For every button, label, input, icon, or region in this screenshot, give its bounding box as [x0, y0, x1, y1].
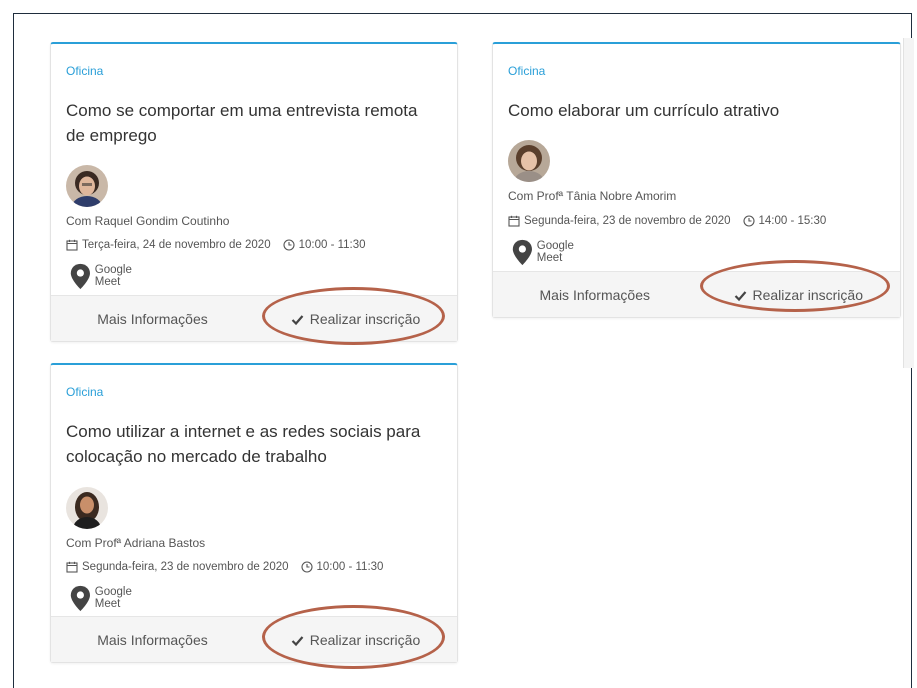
more-info-button[interactable]: Mais Informações [493, 272, 697, 318]
event-category: Oficina [66, 64, 104, 78]
enroll-button[interactable]: Realizar inscrição [254, 617, 457, 663]
event-category: Oficina [508, 64, 546, 78]
event-date: Terça-feira, 24 de novembro de 2020 [82, 239, 271, 251]
more-info-button[interactable]: Mais Informações [51, 617, 254, 663]
clock-icon [283, 239, 295, 251]
event-time: 10:00 - 11:30 [316, 561, 384, 573]
event-time: 14:00 - 15:30 [758, 215, 827, 227]
check-icon [734, 290, 746, 301]
enroll-label: Realizar inscrição [309, 632, 421, 648]
event-schedule: Terça-feira, 24 de novembro de 2020 10:0… [66, 239, 366, 251]
enroll-label: Realizar inscrição [309, 311, 421, 327]
clock-icon [742, 215, 755, 227]
event-time: 10:00 - 11:30 [298, 239, 366, 251]
check-icon [291, 314, 304, 325]
more-info-label: Mais Informações [97, 632, 208, 648]
card-body: Oficina Como se comportar em uma entrevi… [51, 44, 457, 293]
event-title[interactable]: Como utilizar a internet e as redes soci… [66, 419, 436, 469]
clock-icon [300, 561, 313, 573]
event-date: Segunda-feira, 23 de novembro de 2020 [82, 561, 289, 573]
event-card: Oficina Como se comportar em uma entrevi… [50, 42, 458, 345]
check-icon [291, 635, 304, 646]
more-info-label: Mais Informações [97, 311, 208, 327]
event-schedule: Segunda-feira, 23 de novembro de 2020 14… [508, 215, 826, 227]
calendar-icon [508, 215, 520, 227]
event-location: Google Meet [66, 584, 132, 613]
map-marker-icon [70, 263, 90, 290]
event-schedule: Segunda-feira, 23 de novembro de 2020 10… [66, 561, 383, 573]
map-marker-icon [70, 585, 90, 612]
more-info-button[interactable]: Mais Informações [51, 296, 254, 342]
card-body: Oficina Como elaborar um currículo atrat… [493, 44, 900, 269]
calendar-icon [66, 561, 78, 573]
event-card: Oficina Como elaborar um currículo atrat… [492, 42, 901, 318]
side-panel-edge [903, 38, 914, 368]
event-instructor: Com Raquel Gondim Coutinho [66, 214, 230, 228]
event-location-label: Google Meet [94, 264, 132, 289]
card-footer: Mais Informações Realizar inscrição [51, 605, 457, 669]
enroll-button[interactable]: Realizar inscrição [697, 272, 901, 318]
map-marker-icon [512, 239, 532, 266]
event-card: Oficina Como utilizar a internet e as re… [50, 363, 458, 669]
enroll-label: Realizar inscrição [752, 287, 863, 303]
avatar [508, 140, 550, 182]
more-info-label: Mais Informações [539, 287, 650, 303]
card-footer: Mais Informações Realizar inscrição [493, 260, 901, 318]
card-footer: Mais Informações Realizar inscrição [51, 287, 457, 345]
event-instructor: Com Profª Tânia Nobre Amorim [508, 189, 677, 203]
event-title[interactable]: Como elaborar um currículo atrativo [508, 98, 878, 123]
event-category: Oficina [66, 385, 104, 399]
enroll-button[interactable]: Realizar inscrição [254, 296, 457, 342]
event-location: Google Meet [66, 262, 132, 291]
avatar [66, 487, 108, 529]
event-date: Segunda-feira, 23 de novembro de 2020 [524, 215, 731, 227]
event-location-label: Google Meet [536, 240, 574, 265]
avatar [66, 165, 108, 207]
event-title[interactable]: Como se comportar em uma entrevista remo… [66, 98, 436, 148]
calendar-icon [66, 239, 78, 251]
card-body: Oficina Como utilizar a internet e as re… [51, 365, 457, 614]
event-location: Google Meet [508, 238, 574, 267]
event-instructor: Com Profª Adriana Bastos [66, 536, 206, 550]
event-location-label: Google Meet [94, 586, 132, 611]
